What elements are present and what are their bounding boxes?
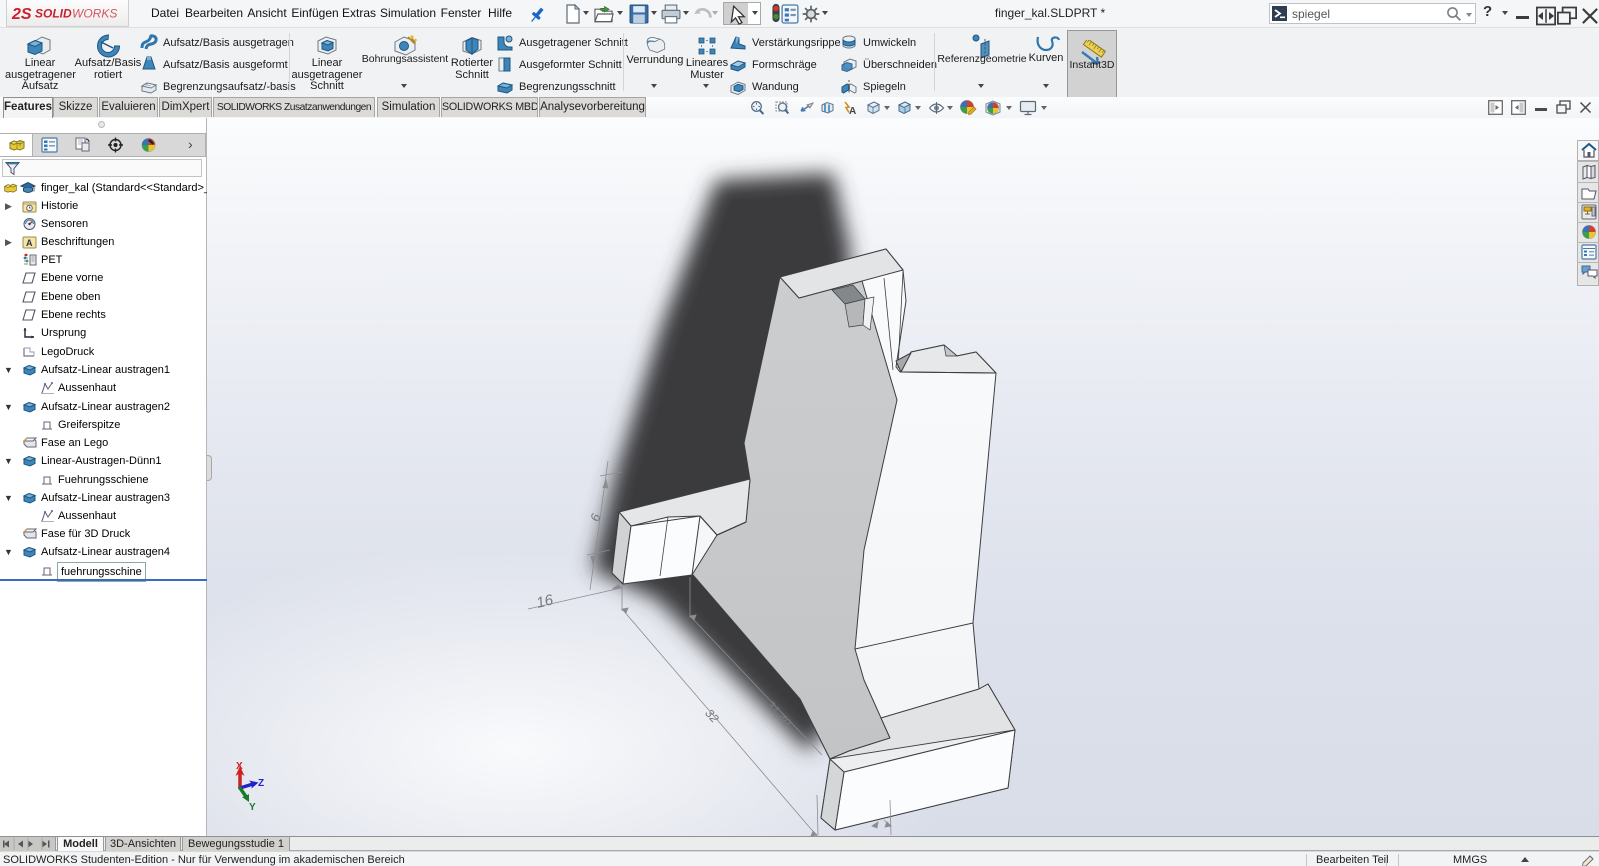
svg-text:32: 32	[702, 706, 722, 726]
svg-text:X: X	[236, 761, 243, 772]
svg-text:WORKS: WORKS	[72, 7, 117, 21]
svg-text:Y: Y	[249, 802, 256, 813]
svg-text:2S: 2S	[11, 6, 32, 23]
svg-text:A: A	[26, 238, 33, 248]
svg-text:16: 16	[535, 591, 556, 612]
svg-text:SOLID: SOLID	[35, 7, 72, 21]
svg-text:A: A	[849, 106, 856, 116]
svg-text:Z: Z	[258, 778, 264, 789]
svg-text:6: 6	[587, 511, 604, 523]
